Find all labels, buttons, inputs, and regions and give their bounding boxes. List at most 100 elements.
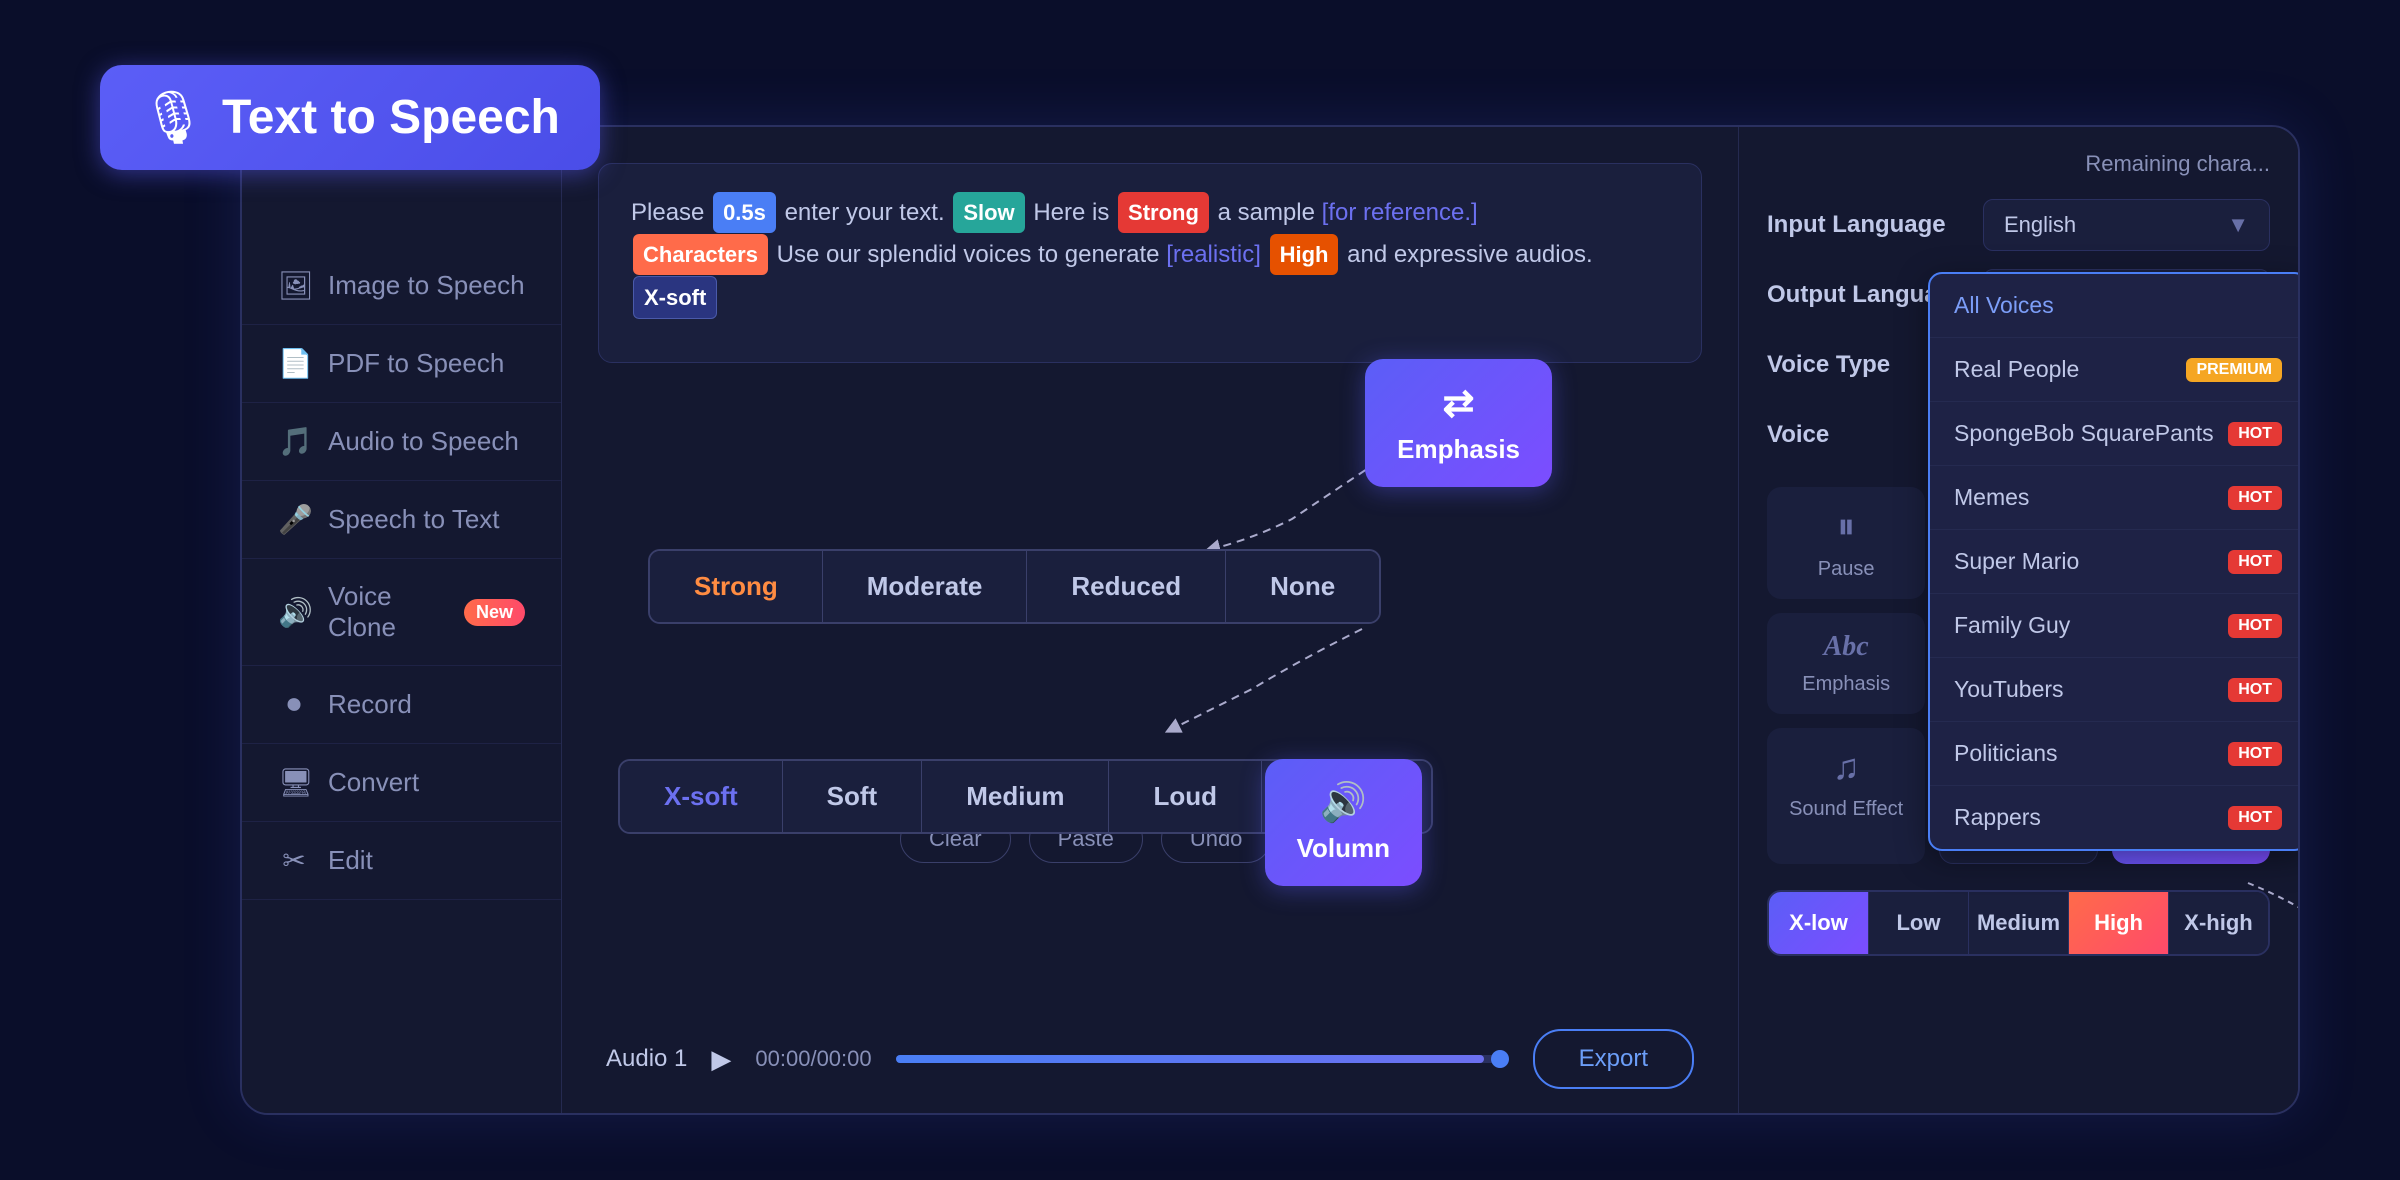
volume-popup: 🔊 Volumn — [1265, 759, 1422, 886]
emphasis-cell[interactable]: Abc Emphasis — [1767, 613, 1925, 714]
volume-soft-btn[interactable]: Soft — [783, 761, 923, 832]
export-button[interactable]: Export — [1533, 1029, 1694, 1089]
tag-strong: Strong — [1118, 192, 1209, 233]
dropdown-item-youtubers[interactable]: YouTubers HOT — [1930, 658, 2300, 722]
progress-dot — [1491, 1050, 1509, 1068]
sidebar-item-record[interactable]: ⏺ Record — [242, 666, 561, 744]
sidebar-item-edit[interactable]: ✂ Edit — [242, 822, 561, 900]
main-window: 🖼 Image to Speech 📄 PDF to Speech 🎵 Audi… — [240, 125, 2300, 1115]
bracket1: [for reference.] — [1322, 199, 1478, 226]
emphasis-moderate-btn[interactable]: Moderate — [823, 551, 1028, 622]
dropdown-item-all-voices[interactable]: All Voices — [1930, 274, 2300, 338]
editor-area[interactable]: Please 0.5s enter your text. Slow Here i… — [598, 163, 1702, 363]
hot-badge-spongebob: HOT — [2228, 422, 2282, 446]
input-language-label: Input Language — [1767, 211, 1967, 239]
volume-loud-btn[interactable]: Loud — [1109, 761, 1262, 832]
emphasis-icon: Abc — [1824, 631, 1869, 663]
logo-text: Text to Speech — [222, 90, 560, 145]
audio-icon: 🎵 — [278, 425, 310, 458]
sound-effect-cell[interactable]: ♫ Sound Effect — [1767, 728, 1925, 864]
progress-fill — [896, 1055, 1484, 1063]
sidebar-item-speech-to-text[interactable]: 🎤 Speech to Text — [242, 481, 561, 559]
image-icon: 🖼 — [278, 269, 310, 302]
emphasis-buttons: Strong Moderate Reduced None — [648, 549, 1381, 624]
pitch-high-btn[interactable]: High — [2069, 892, 2169, 954]
emphasis-popup-icon: ⇄ — [1443, 381, 1475, 426]
dropdown-label-youtubers: YouTubers — [1954, 676, 2064, 703]
dropdown-item-familyguy[interactable]: Family Guy HOT — [1930, 594, 2300, 658]
pitch-bar: X-low Low Medium High X-high — [1767, 890, 2270, 956]
pause-label: Pause — [1818, 558, 1875, 581]
convert-icon: 🖥 — [278, 766, 310, 799]
hot-badge-politicians: HOT — [2228, 742, 2282, 766]
dropdown-item-real-people[interactable]: Real People PREMIUM — [1930, 338, 2300, 402]
dropdown-item-politicians[interactable]: Politicians HOT — [1930, 722, 2300, 786]
editor-end: and expressive audios. — [1347, 241, 1592, 268]
sidebar-label-image-to-speech: Image to Speech — [328, 270, 525, 301]
editor-mid3: a sample — [1218, 199, 1322, 226]
volume-xsoft-btn[interactable]: X-soft — [620, 761, 783, 832]
input-language-row: Input Language English ▼ — [1767, 199, 2270, 251]
sidebar-label-pdf-to-speech: PDF to Speech — [328, 348, 504, 379]
play-button[interactable]: ▶ — [711, 1044, 731, 1075]
dropdown-item-supermario[interactable]: Super Mario HOT — [1930, 530, 2300, 594]
emphasis-popup-label: Emphasis — [1397, 434, 1520, 465]
sidebar-item-audio-to-speech[interactable]: 🎵 Audio to Speech — [242, 403, 561, 481]
tag-xsoft: X-soft — [633, 276, 717, 319]
dropdown-label-rappers: Rappers — [1954, 804, 2041, 831]
pause-icon: ⏸ — [1837, 505, 1855, 548]
emphasis-label: Emphasis — [1802, 673, 1890, 696]
audio-title: Audio 1 — [606, 1045, 687, 1073]
pitch-low-btn[interactable]: Low — [1869, 892, 1969, 954]
popup-container: ⇄ Emphasis Strong Moderate — [598, 379, 1702, 799]
sound-effect-label: Sound Effect — [1789, 798, 1903, 821]
input-language-select[interactable]: English ▼ — [1983, 199, 2270, 251]
sidebar-item-voice-clone[interactable]: 🔊 Voice Clone New — [242, 559, 561, 666]
pause-cell[interactable]: ⏸ Pause — [1767, 487, 1925, 599]
volume-medium-btn[interactable]: Medium — [922, 761, 1109, 832]
sidebar-label-speech-to-text: Speech to Text — [328, 504, 500, 535]
sidebar-label-voice-clone: Voice Clone — [328, 581, 446, 643]
sidebar-item-image-to-speech[interactable]: 🖼 Image to Speech — [242, 247, 561, 325]
editor-mid2: Here is — [1033, 199, 1116, 226]
main-content: Please 0.5s enter your text. Slow Here i… — [562, 127, 1738, 1113]
bracket2: [realistic] — [1166, 241, 1261, 268]
pitch-xhigh-btn[interactable]: X-high — [2169, 892, 2268, 954]
input-language-chevron: ▼ — [2227, 212, 2249, 238]
pitch-xlow-btn[interactable]: X-low — [1769, 892, 1869, 954]
hot-badge-supermario: HOT — [2228, 550, 2282, 574]
speech-text-icon: 🎤 — [278, 503, 310, 536]
sidebar-label-convert: Convert — [328, 767, 419, 798]
emphasis-none-btn[interactable]: None — [1226, 551, 1379, 622]
sidebar-item-pdf-to-speech[interactable]: 📄 PDF to Speech — [242, 325, 561, 403]
tag-0.5s: 0.5s — [713, 192, 776, 233]
sidebar-item-convert[interactable]: 🖥 Convert — [242, 744, 561, 822]
logo-icon: 🎙 — [140, 87, 206, 148]
remaining-chars: Remaining chara... — [1767, 151, 2270, 177]
dropdown-label-memes: Memes — [1954, 484, 2029, 511]
new-badge: New — [464, 599, 525, 626]
dropdown-label-all-voices: All Voices — [1954, 292, 2054, 319]
dropdown-item-memes[interactable]: Memes HOT — [1930, 466, 2300, 530]
editor-mid1: enter your text. — [785, 199, 952, 226]
emphasis-reduced-btn[interactable]: Reduced — [1027, 551, 1226, 622]
hot-badge-rappers: HOT — [2228, 806, 2282, 830]
input-language-value: English — [2004, 212, 2076, 238]
dropdown-item-spongebob[interactable]: SpongeBob SquarePants HOT — [1930, 402, 2300, 466]
sound-effect-icon: ♫ — [1833, 746, 1860, 788]
dropdown-label-real-people: Real People — [1954, 356, 2079, 383]
emphasis-strong-btn[interactable]: Strong — [650, 551, 823, 622]
tag-characters: Characters — [633, 234, 768, 275]
pitch-medium-btn[interactable]: Medium — [1969, 892, 2069, 954]
editor-text: Please 0.5s enter your text. Slow Here i… — [631, 192, 1669, 319]
progress-bar[interactable] — [896, 1055, 1509, 1063]
dropdown-item-rappers[interactable]: Rappers HOT — [1930, 786, 2300, 849]
hot-badge-memes: HOT — [2228, 486, 2282, 510]
sidebar-label-audio-to-speech: Audio to Speech — [328, 426, 519, 457]
right-panel: Remaining chara... Input Language Englis… — [1738, 127, 2298, 1113]
sidebar-label-record: Record — [328, 689, 412, 720]
tag-high: High — [1270, 234, 1339, 275]
time-display: 00:00/00:00 — [755, 1046, 871, 1072]
hot-badge-youtubers: HOT — [2228, 678, 2282, 702]
edit-icon: ✂ — [278, 844, 310, 877]
